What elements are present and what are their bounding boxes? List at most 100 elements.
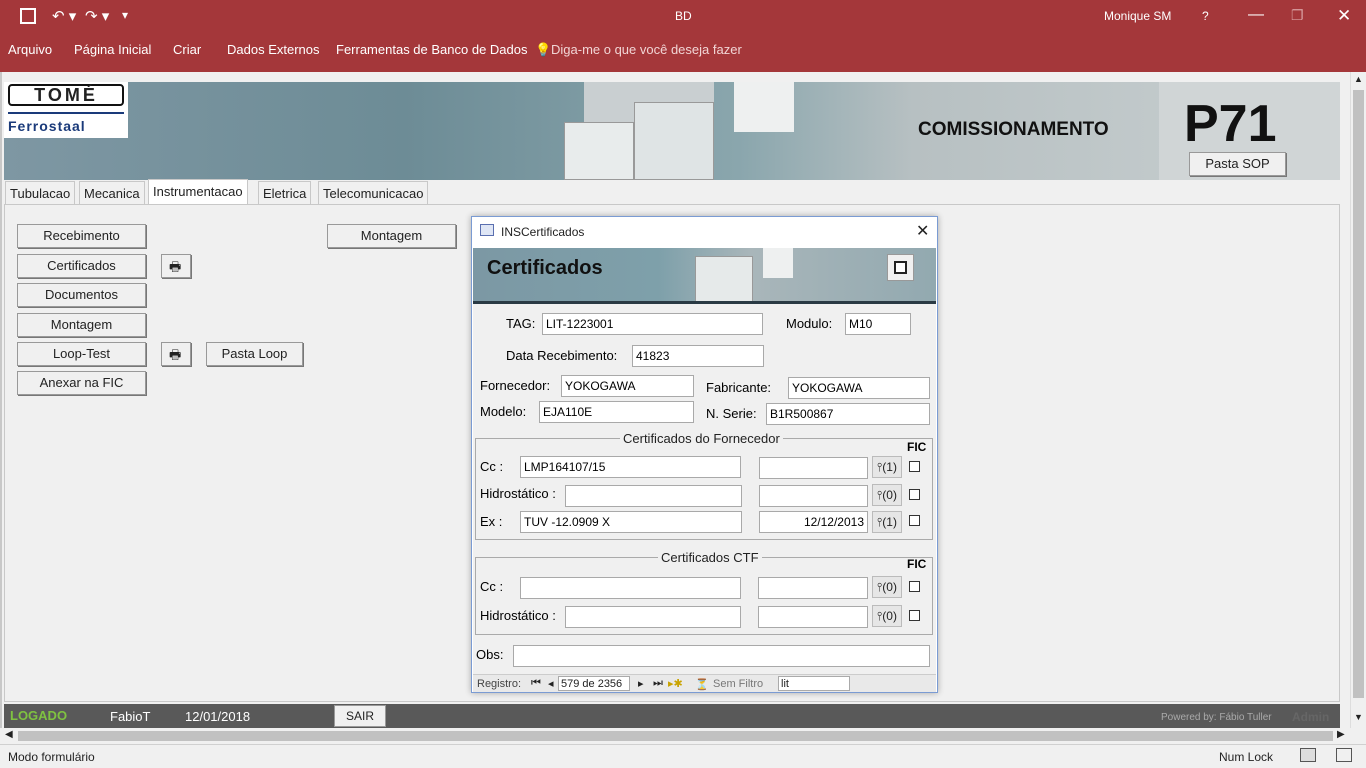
restore-icon[interactable]: ❐ [1291, 7, 1304, 24]
save-icon[interactable] [20, 8, 36, 24]
next-record-icon[interactable]: ▸ [638, 677, 644, 690]
modelo-field[interactable]: EJA110E [539, 401, 694, 423]
ctf-cc-fic-checkbox[interactable] [909, 581, 920, 592]
ctf-hidro-fic-checkbox[interactable] [909, 610, 920, 621]
menu-criar[interactable]: Criar [173, 42, 201, 57]
logged-user: FabioT [110, 709, 151, 724]
data-recebimento-field[interactable]: 41823 [632, 345, 764, 367]
powered-by: Powered by: Fábio Tuller [1161, 712, 1272, 723]
scroll-down-icon[interactable]: ▼ [1354, 712, 1363, 722]
cc-label: Cc : [480, 459, 504, 474]
title-bar: ↶ ▾ ↷ ▾ ▾ BD Monique SM ? — ❐ ✕ Arquivo … [0, 0, 1366, 72]
hidro-fic-checkbox[interactable] [909, 489, 920, 500]
ctf-hidro-date-field[interactable] [758, 606, 868, 628]
undo-icon[interactable]: ↶ ▾ [52, 7, 76, 25]
h-scroll-thumb[interactable] [18, 731, 1333, 741]
record-position[interactable]: 579 de 2356 [558, 676, 630, 691]
last-record-icon[interactable]: ⏭ [653, 677, 663, 690]
minimize-icon[interactable]: — [1248, 6, 1264, 24]
scroll-thumb[interactable] [1353, 90, 1364, 698]
anexar-fic-button[interactable]: Anexar na FIC [17, 371, 146, 395]
close-icon[interactable]: ✕ [1337, 6, 1351, 26]
scroll-up-icon[interactable]: ▲ [1354, 74, 1363, 84]
pasta-loop-button[interactable]: Pasta Loop [206, 342, 303, 366]
search-box[interactable]: lit [778, 676, 850, 691]
cc-date-field[interactable] [759, 457, 868, 479]
print-certificados-button[interactable]: 🖶 [161, 254, 191, 278]
cc-field[interactable]: LMP164107/15 [520, 456, 741, 478]
ex-attachment-button[interactable]: ⫯(1) [872, 511, 902, 533]
modulo-field[interactable]: M10 [845, 313, 911, 335]
save-record-button[interactable] [887, 254, 914, 281]
fabricante-field[interactable]: YOKOGAWA [788, 377, 930, 399]
documentos-button[interactable]: Documentos [17, 283, 146, 307]
ctf-cc-attachment-button[interactable]: ⫯(0) [872, 576, 902, 598]
ctf-hidro-field[interactable] [565, 606, 741, 628]
serie-field[interactable]: B1R500867 [766, 403, 930, 425]
menu-dados-externos[interactable]: Dados Externos [227, 42, 320, 57]
fabricante-label: Fabricante: [706, 380, 772, 395]
hidro-field[interactable] [565, 485, 742, 507]
filter-status[interactable]: Sem Filtro [713, 678, 763, 690]
help-button[interactable]: ? [1202, 9, 1209, 23]
menu-pagina-inicial[interactable]: Página Inicial [74, 42, 151, 57]
first-record-icon[interactable]: ⏮ [531, 677, 541, 690]
design-view-icon[interactable] [1336, 748, 1352, 762]
new-record-icon[interactable]: ▸✱ [668, 677, 683, 690]
tab-telecomunicacao[interactable]: Telecomunicacao [318, 181, 429, 205]
scroll-right-icon[interactable]: ▶ [1337, 729, 1345, 740]
window-title: BD [675, 9, 692, 23]
ctf-hidro-label: Hidrostático : [480, 608, 556, 623]
form-view-icon[interactable] [1300, 748, 1316, 762]
obs-label: Obs: [476, 647, 504, 662]
recebimento-button[interactable]: Recebimento [17, 224, 146, 248]
group-ctf-title: Certificados CTF [658, 550, 762, 565]
tab-eletrica[interactable]: Eletrica [258, 181, 312, 205]
montagem-top-button[interactable]: Montagem [327, 224, 456, 248]
footer-band: LOGADO FabioT 12/01/2018 SAIR Powered by… [4, 704, 1340, 728]
form-icon [480, 224, 494, 236]
loop-test-button[interactable]: Loop-Test [17, 342, 146, 366]
cc-fic-checkbox[interactable] [909, 461, 920, 472]
menu-arquivo[interactable]: Arquivo [8, 42, 52, 57]
certificados-button[interactable]: Certificados [17, 254, 146, 278]
hidro-attachment-button[interactable]: ⫯(0) [872, 484, 902, 506]
user-name[interactable]: Monique SM [1104, 9, 1171, 23]
scroll-left-icon[interactable]: ◀ [5, 729, 13, 740]
sair-button[interactable]: SAIR [334, 705, 386, 727]
menu-ferramentas[interactable]: Ferramentas de Banco de Dados [336, 42, 528, 57]
mode-status: Modo formulário [8, 750, 95, 764]
fornecedor-field[interactable]: YOKOGAWA [561, 375, 694, 397]
ex-fic-checkbox[interactable] [909, 515, 920, 526]
tab-tubulacao[interactable]: Tubulacao [5, 181, 76, 205]
tell-me-search[interactable]: Diga-me o que você deseja fazer [551, 42, 742, 57]
ctf-cc-field[interactable] [520, 577, 741, 599]
pasta-sop-button[interactable]: Pasta SOP [1189, 152, 1286, 176]
hidro-date-field[interactable] [759, 485, 868, 507]
obs-field[interactable] [513, 645, 930, 667]
tab-instrumentacao[interactable]: Instrumentacao [148, 179, 248, 205]
ex-field[interactable]: TUV -12.0909 X [520, 511, 742, 533]
fic-header: FIC [907, 440, 927, 454]
commissioning-heading: COMISSIONAMENTO [918, 119, 1109, 140]
tab-mecanica[interactable]: Mecanica [79, 181, 145, 205]
ctf-cc-date-field[interactable] [758, 577, 868, 599]
group-fornecedor-title: Certificados do Fornecedor [620, 431, 783, 446]
quick-access-dropdown-icon[interactable]: ▾ [122, 8, 128, 22]
tag-field[interactable]: LIT-1223001 [542, 313, 763, 335]
vertical-scrollbar[interactable]: ▲ ▼ [1350, 72, 1366, 728]
save-icon [894, 261, 907, 274]
print-loop-button[interactable]: 🖶 [161, 342, 191, 366]
tome-ferrostaal-logo: TOMÉ Ferrostaal [4, 82, 128, 138]
dialog-close-icon[interactable]: ✕ [916, 221, 929, 241]
ex-date-field[interactable]: 12/12/2013 [759, 511, 868, 533]
hidro-label: Hidrostático : [480, 486, 556, 501]
redo-icon[interactable]: ↷ ▾ [85, 7, 109, 25]
status-bar: Modo formulário Num Lock [0, 744, 1366, 768]
horizontal-scrollbar[interactable]: ◀ ▶ [0, 728, 1350, 744]
montagem-button[interactable]: Montagem [17, 313, 146, 337]
prev-record-icon[interactable]: ◂ [548, 677, 554, 690]
ctf-hidro-attachment-button[interactable]: ⫯(0) [872, 605, 902, 627]
certificados-dialog: INSCertificados ✕ Certificados TAG: LIT-… [471, 216, 938, 693]
cc-attachment-button[interactable]: ⫯(1) [872, 456, 902, 478]
